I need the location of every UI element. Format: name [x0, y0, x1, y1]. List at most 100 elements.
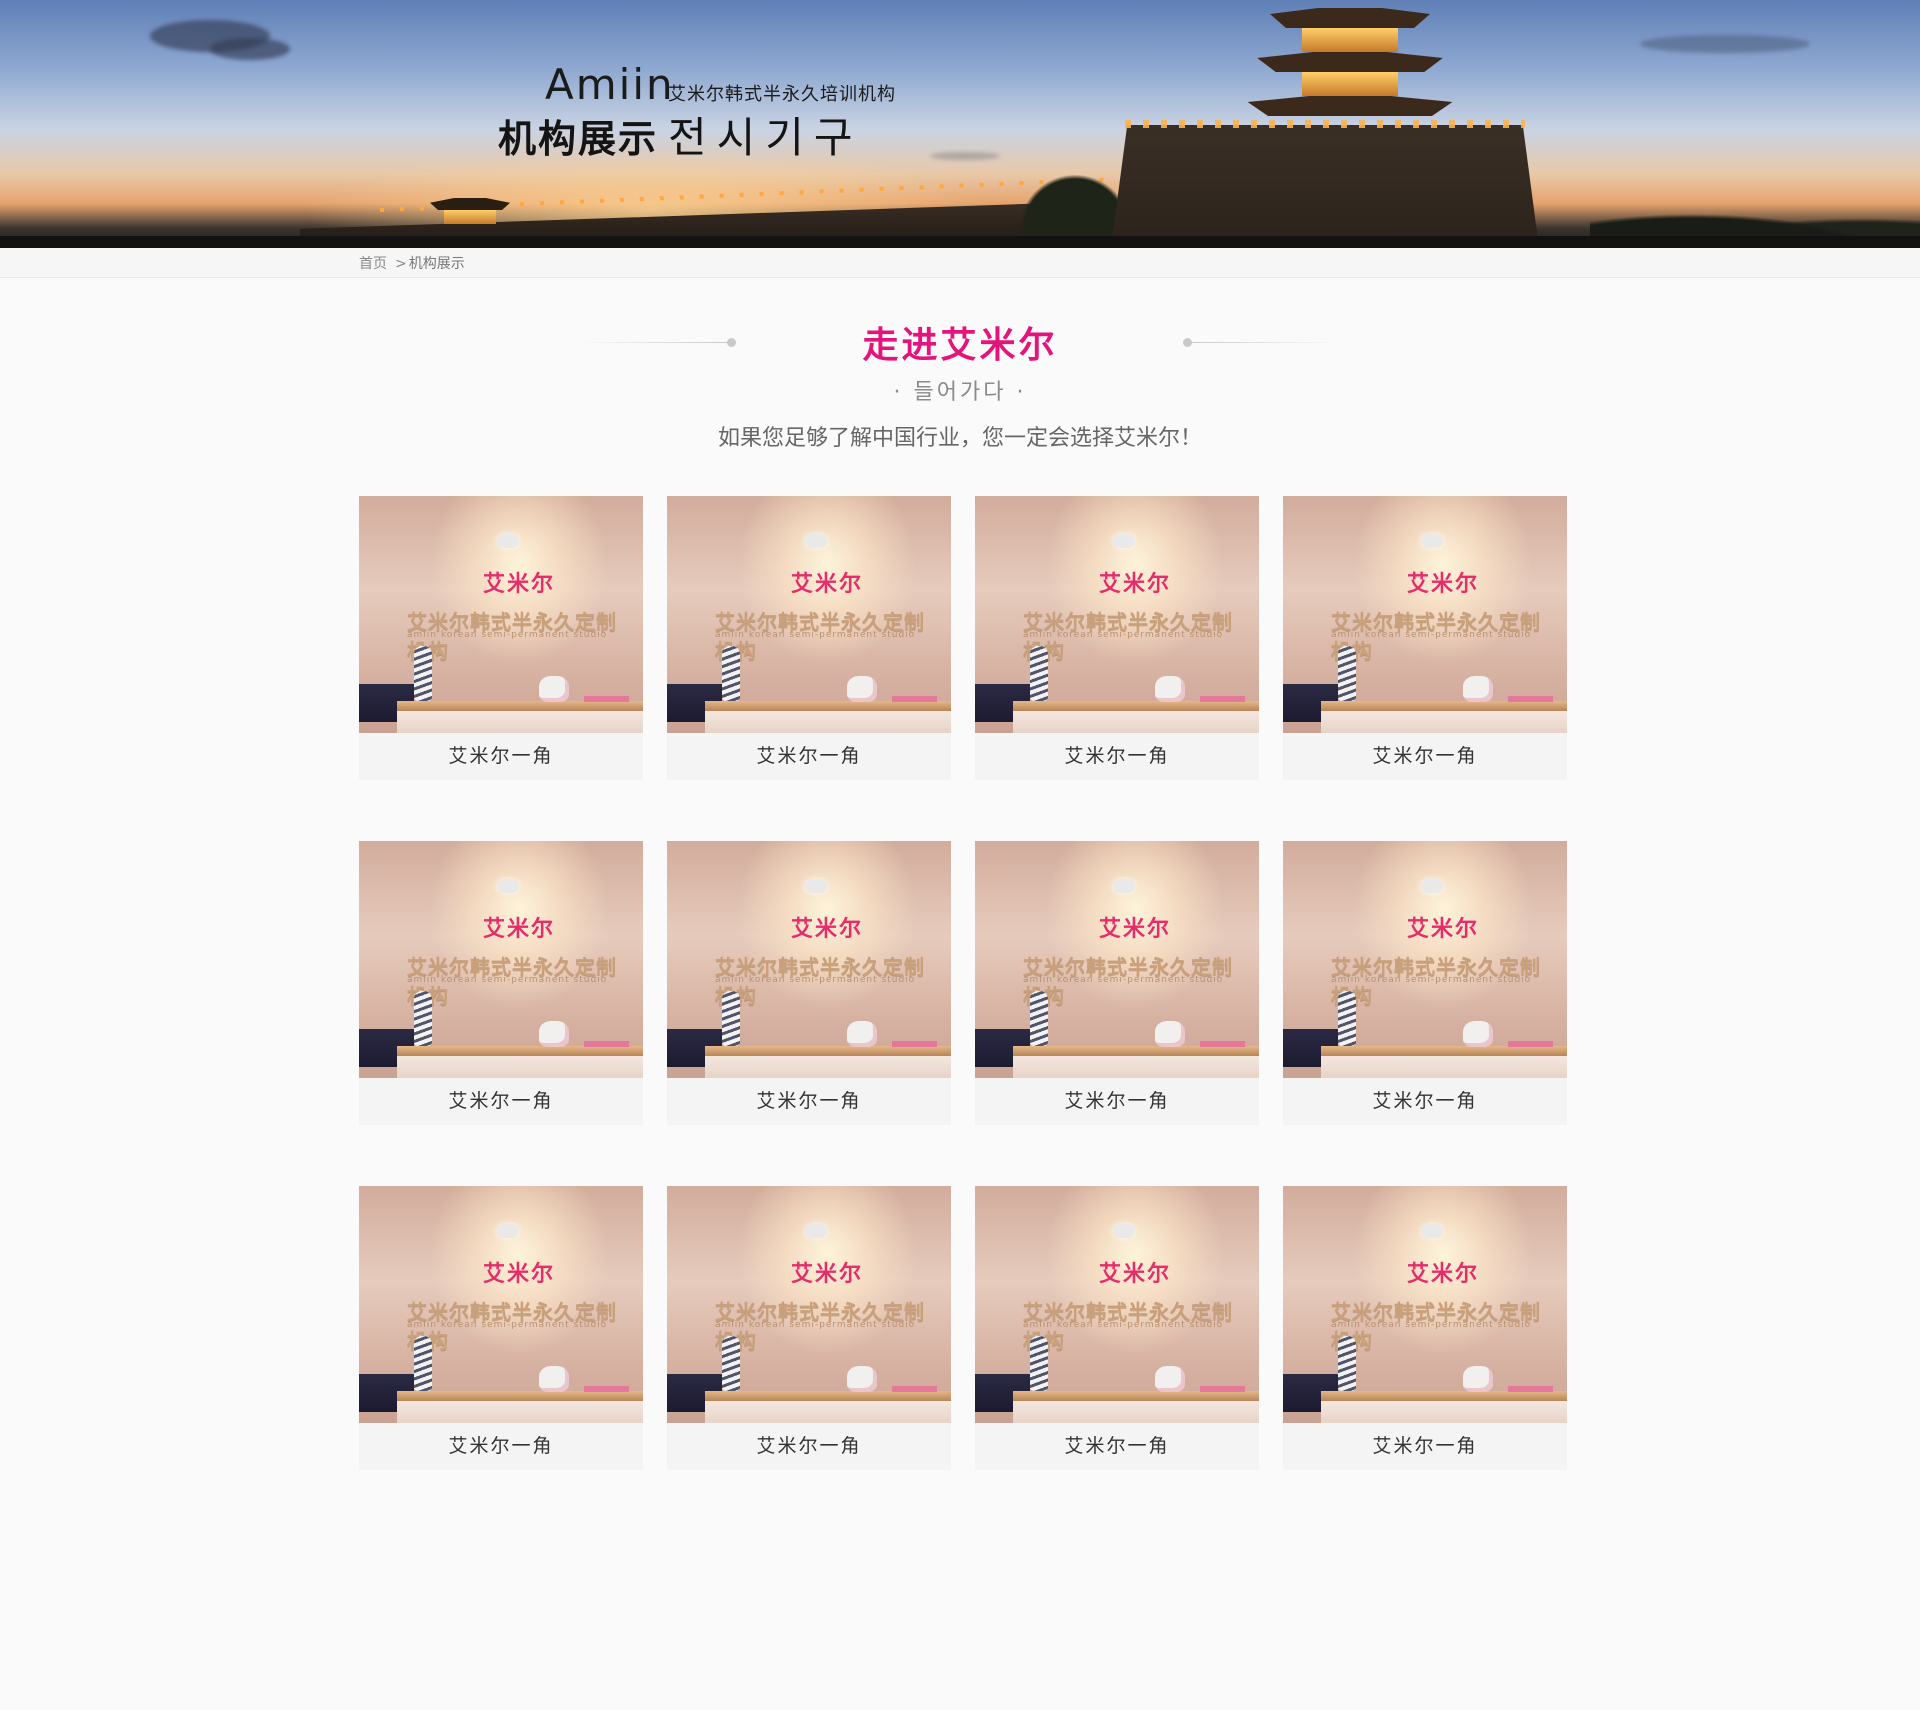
photo-logo-top: 艾米尔: [790, 1261, 863, 1287]
gallery-caption[interactable]: 艾米尔一角: [359, 1078, 643, 1125]
gallery-card[interactable]: 艾米尔艾米尔韩式半永久定制机构amiin korean semi-permane…: [359, 1186, 643, 1470]
lamp-icon: [1421, 879, 1443, 893]
reception-desk: [1321, 1046, 1567, 1056]
lamp-icon: [1113, 534, 1135, 548]
gallery-photo[interactable]: 艾米尔艾米尔韩式半永久定制机构amiin korean semi-permane…: [1283, 841, 1567, 1078]
reception-desk: [397, 1391, 643, 1401]
banner-title: 机构展示: [498, 117, 659, 161]
reception-desk-front: [705, 1401, 951, 1423]
magazine-icon: [892, 1041, 937, 1047]
reception-desk: [1013, 1391, 1259, 1401]
photo-logo-top: 艾米尔: [1098, 571, 1171, 597]
reception-desk-front: [1321, 1056, 1567, 1078]
gallery-caption[interactable]: 艾米尔一角: [1283, 733, 1567, 780]
gallery-caption[interactable]: 艾米尔一角: [667, 733, 951, 780]
gallery-card[interactable]: 艾米尔艾米尔韩式半永久定制机构amiin korean semi-permane…: [1283, 1186, 1567, 1470]
gallery-caption[interactable]: 艾米尔一角: [975, 1078, 1259, 1125]
lamp-icon: [1421, 534, 1443, 548]
magazine-icon: [1508, 1386, 1553, 1392]
photo-logo-main: 艾米尔韩式半永久定制机构: [1023, 1300, 1233, 1353]
lamp-icon: [497, 534, 519, 548]
gallery-caption[interactable]: 艾米尔一角: [1283, 1078, 1567, 1125]
heading-divider-right: [1188, 342, 1338, 343]
vase-icon: [1338, 991, 1356, 1046]
reception-desk: [1013, 1046, 1259, 1056]
vase-icon: [1030, 1336, 1048, 1391]
photo-logo-main: 艾米尔韩式半永久定制机构: [407, 1300, 617, 1353]
gallery-card[interactable]: 艾米尔艾米尔韩式半永久定制机构amiin korean semi-permane…: [359, 841, 643, 1125]
gallery-caption[interactable]: 艾米尔一角: [667, 1078, 951, 1125]
breadcrumb-home-link[interactable]: 首页: [359, 256, 387, 272]
gallery-grid: 艾米尔艾米尔韩式半永久定制机构amiin korean semi-permane…: [359, 496, 1568, 1470]
magazine-icon: [1200, 696, 1245, 702]
gallery-photo[interactable]: 艾米尔艾米尔韩式半永久定制机构amiin korean semi-permane…: [667, 496, 951, 733]
gallery-caption[interactable]: 艾米尔一角: [1283, 1423, 1567, 1470]
gallery-photo[interactable]: 艾米尔艾米尔韩式半永久定制机构amiin korean semi-permane…: [667, 1186, 951, 1423]
photo-logo-sub: amiin korean semi-permanent studio: [1331, 1320, 1532, 1330]
reception-desk-front: [705, 1056, 951, 1078]
vase-icon: [722, 646, 740, 701]
photo-logo-top: 艾米尔: [482, 571, 555, 597]
reception-desk: [1321, 701, 1567, 711]
lamp-icon: [1421, 1224, 1443, 1238]
gallery-card[interactable]: 艾米尔艾米尔韩式半永久定制机构amiin korean semi-permane…: [975, 496, 1259, 780]
gallery-photo[interactable]: 艾米尔艾米尔韩式半永久定制机构amiin korean semi-permane…: [1283, 1186, 1567, 1423]
photo-logo-top: 艾米尔: [790, 571, 863, 597]
section-subtitle: · 들어가다 ·: [893, 380, 1027, 405]
gallery-caption[interactable]: 艾米尔一角: [359, 733, 643, 780]
reception-desk-front: [397, 1056, 643, 1078]
magazine-icon: [1200, 1386, 1245, 1392]
breadcrumb-current: 机构展示: [408, 256, 465, 272]
gallery-caption[interactable]: 艾米尔一角: [359, 1423, 643, 1470]
gallery-caption[interactable]: 艾米尔一角: [975, 733, 1259, 780]
breadcrumb-bar: 首页 > 机构展示: [0, 248, 1920, 278]
lucky-cat-icon: [1155, 1021, 1185, 1047]
banner-title-korean: 전시기구: [668, 113, 863, 162]
gallery-photo[interactable]: 艾米尔艾米尔韩式半永久定制机构amiin korean semi-permane…: [975, 496, 1259, 733]
photo-logo-main: 艾米尔韩式半永久定制机构: [1023, 610, 1233, 663]
gallery-card[interactable]: 艾米尔艾米尔韩式半永久定制机构amiin korean semi-permane…: [975, 1186, 1259, 1470]
breadcrumb: 首页 > 机构展示: [359, 253, 1920, 273]
gallery-card[interactable]: 艾米尔艾米尔韩式半永久定制机构amiin korean semi-permane…: [975, 841, 1259, 1125]
photo-logo-sub: amiin korean semi-permanent studio: [407, 630, 608, 640]
lucky-cat-icon: [539, 676, 569, 702]
photo-logo-sub: amiin korean semi-permanent studio: [715, 1320, 916, 1330]
gallery-photo[interactable]: 艾米尔艾米尔韩式半永久定制机构amiin korean semi-permane…: [975, 841, 1259, 1078]
magazine-icon: [892, 1386, 937, 1392]
vase-icon: [414, 991, 432, 1046]
gallery-photo[interactable]: 艾米尔艾米尔韩式半永久定制机构amiin korean semi-permane…: [359, 841, 643, 1078]
section-description: 如果您足够了解中国行业，您一定会选择艾米尔！: [717, 426, 1202, 451]
photo-logo-main: 艾米尔韩式半永久定制机构: [1331, 955, 1541, 1008]
gallery-caption[interactable]: 艾米尔一角: [667, 1423, 951, 1470]
lamp-icon: [1113, 879, 1135, 893]
gallery-card[interactable]: 艾米尔艾米尔韩式半永久定制机构amiin korean semi-permane…: [667, 841, 951, 1125]
gallery-caption[interactable]: 艾米尔一角: [975, 1423, 1259, 1470]
reception-desk: [397, 701, 643, 711]
reception-desk: [705, 1391, 951, 1401]
magazine-icon: [892, 696, 937, 702]
photo-logo-sub: amiin korean semi-permanent studio: [1023, 975, 1224, 985]
gallery-photo[interactable]: 艾米尔艾米尔韩式半永久定制机构amiin korean semi-permane…: [667, 841, 951, 1078]
small-tower-image: [430, 198, 510, 238]
brand-tagline: 艾米尔韩式半永久培训机构: [668, 84, 896, 105]
vase-icon: [1030, 646, 1048, 701]
page-banner: Amiin 艾米尔韩式半永久培训机构 机构展示 전시기구: [0, 0, 1920, 248]
breadcrumb-separator: >: [395, 256, 407, 272]
reception-desk-front: [1321, 1401, 1567, 1423]
lucky-cat-icon: [1155, 676, 1185, 702]
reception-desk-front: [397, 711, 643, 733]
gallery-card[interactable]: 艾米尔艾米尔韩式半永久定制机构amiin korean semi-permane…: [1283, 841, 1567, 1125]
gallery-photo[interactable]: 艾米尔艾米尔韩式半永久定制机构amiin korean semi-permane…: [975, 1186, 1259, 1423]
magazine-icon: [1508, 696, 1553, 702]
vase-icon: [1338, 646, 1356, 701]
gallery-card[interactable]: 艾米尔艾米尔韩式半永久定制机构amiin korean semi-permane…: [667, 1186, 951, 1470]
gallery-card[interactable]: 艾米尔艾米尔韩式半永久定制机构amiin korean semi-permane…: [1283, 496, 1567, 780]
gallery-photo[interactable]: 艾米尔艾米尔韩式半永久定制机构amiin korean semi-permane…: [359, 1186, 643, 1423]
city-wall-tower-image: [1110, 125, 1540, 248]
lucky-cat-icon: [847, 1366, 877, 1392]
lucky-cat-icon: [1463, 676, 1493, 702]
gallery-photo[interactable]: 艾米尔艾米尔韩式半永久定制机构amiin korean semi-permane…: [1283, 496, 1567, 733]
gallery-card[interactable]: 艾米尔艾米尔韩式半永久定制机构amiin korean semi-permane…: [667, 496, 951, 780]
gallery-card[interactable]: 艾米尔艾米尔韩式半永久定制机构amiin korean semi-permane…: [359, 496, 643, 780]
gallery-photo[interactable]: 艾米尔艾米尔韩式半永久定制机构amiin korean semi-permane…: [359, 496, 643, 733]
